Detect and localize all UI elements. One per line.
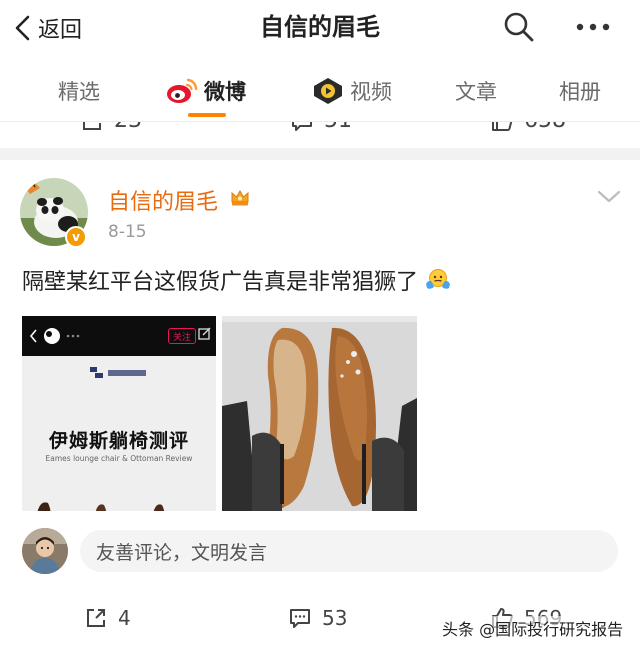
top-bar: 返回 自信的眉毛 [0, 0, 640, 56]
repost-icon [83, 122, 101, 130]
post-image-1[interactable]: 关注 伊姆斯躺椅测评 Eames lounge chair & Ottoman … [22, 316, 216, 511]
repost-count: 4 [118, 606, 131, 630]
image-title: 伊姆斯躺椅测评 [48, 430, 189, 452]
comment-icon [290, 609, 310, 628]
weibo-logo-icon [167, 78, 198, 103]
brand-logo-icon [90, 367, 146, 378]
comment-count: 53 [322, 606, 348, 630]
crown-icon [231, 190, 249, 206]
like-icon [492, 122, 513, 131]
tab-album[interactable]: 相册 [559, 74, 601, 108]
repost-icon [87, 609, 105, 627]
repost-button[interactable]: 4 [84, 606, 131, 630]
post-card: v 自信的眉毛 8-15 隔壁某红平台这假货广告真是非常猖獗了 关注 伊姆斯躺椅… [0, 160, 640, 653]
comment-button[interactable]: 53 [288, 606, 347, 630]
comment-icon [292, 122, 312, 131]
more-icon[interactable] [573, 14, 613, 40]
previous-comment-count: 51 [324, 122, 352, 133]
tab-label: 精选 [58, 80, 100, 104]
tab-featured[interactable]: 精选 [58, 74, 100, 108]
post-body: 隔壁某红平台这假货广告真是非常猖獗了 [22, 270, 419, 295]
profile-tabs: 精选 微博 视频 文章 相册 [0, 56, 640, 122]
tab-articles[interactable]: 文章 [455, 74, 497, 108]
shrug-emoji-icon [426, 269, 451, 289]
previous-post-actions: 23 51 658 [0, 122, 640, 148]
verified-badge: v [65, 226, 87, 248]
previous-like-button[interactable]: 658 [490, 122, 566, 133]
previous-repost-button[interactable]: 23 [80, 122, 142, 133]
back-arrow-icon [15, 15, 30, 41]
tab-label: 微博 [204, 80, 246, 104]
post-text: 隔壁某红平台这假货广告真是非常猖獗了 [22, 264, 452, 296]
video-icon [314, 78, 342, 104]
previous-repost-count: 23 [114, 122, 142, 133]
page-title: 自信的眉毛 [260, 13, 380, 41]
previous-comment-button[interactable]: 51 [290, 122, 352, 133]
tab-label: 文章 [455, 80, 497, 104]
back-button[interactable]: 返回 [12, 10, 82, 46]
image-follow-label: 关注 [168, 328, 196, 344]
previous-like-count: 658 [524, 122, 566, 133]
commenter-avatar[interactable] [22, 528, 68, 574]
post-date: 8-15 [108, 222, 147, 242]
chevron-down-icon[interactable] [596, 188, 622, 206]
comment-input[interactable]: 友善评论，文明发言 [80, 530, 618, 572]
post-image-2[interactable] [222, 316, 417, 511]
tab-label: 视频 [350, 80, 392, 104]
active-tab-indicator [188, 113, 226, 117]
tab-video[interactable]: 视频 [312, 74, 392, 108]
tab-label: 相册 [559, 80, 601, 104]
tab-weibo[interactable]: 微博 [166, 74, 246, 108]
back-label: 返回 [38, 18, 83, 43]
image-subtitle: Eames lounge chair & Ottoman Review [45, 454, 193, 463]
watermark: 头条 @国际投行研究报告 [440, 616, 626, 640]
post-username[interactable]: 自信的眉毛 [108, 184, 218, 216]
search-icon[interactable] [502, 10, 536, 44]
